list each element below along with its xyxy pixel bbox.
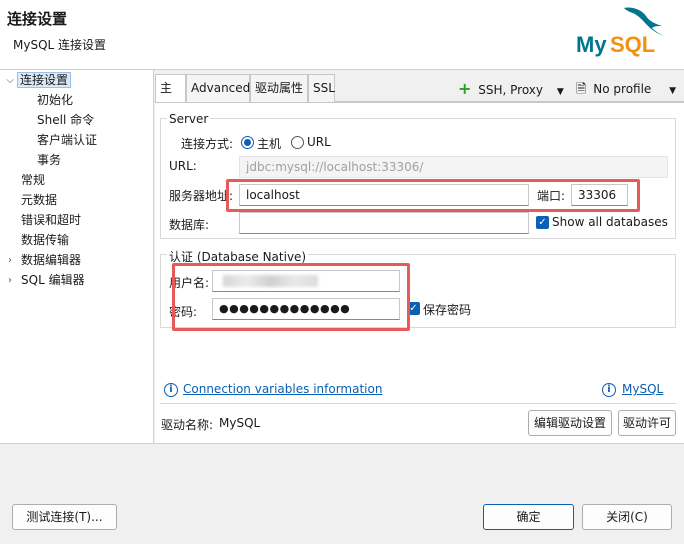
dialog-title: 连接设置: [7, 10, 68, 28]
settings-tree: ⌵ 连接设置 初始化 Shell 命令 客户端认证 事务 常规 元数据 错误和超…: [0, 70, 154, 443]
svg-text:SQL: SQL: [610, 32, 655, 57]
tree-item-label: 常规: [21, 173, 46, 187]
ok-button[interactable]: 确定: [483, 504, 574, 530]
dialog-footer: 测试连接(T)... 确定 关闭(C): [0, 443, 684, 544]
tab-ssl[interactable]: SSL: [308, 74, 335, 102]
tree-item-label: 数据编辑器: [21, 253, 82, 267]
tree-item-label: 事务: [37, 153, 62, 167]
tree-item-label: 连接设置: [17, 72, 72, 88]
url-field: jdbc:mysql://localhost:33306/: [239, 156, 668, 178]
tab-advanced[interactable]: Advanced: [186, 74, 250, 102]
database-input[interactable]: [239, 212, 529, 234]
tab-driver-properties[interactable]: 驱动属性: [250, 74, 308, 102]
server-group-label: Server: [167, 112, 211, 126]
port-input[interactable]: 33306: [571, 184, 628, 206]
tree-item-sql-editor[interactable]: SQL 编辑器: [21, 271, 85, 290]
password-input[interactable]: ●●●●●●●●●●●●●: [212, 298, 400, 320]
username-label: 用户名:: [169, 276, 210, 290]
tab-bar: 主要 Advanced 驱动属性 SSL + SSH, Proxy ▼ 🗎 No…: [155, 74, 684, 122]
chevron-right-icon[interactable]: ›: [5, 251, 15, 270]
edit-driver-button[interactable]: 编辑驱动设置: [528, 410, 612, 436]
divider: [160, 403, 676, 404]
dropdown-arrow-icon: ▼: [556, 87, 564, 97]
connection-variables-link[interactable]: Connection variables information: [183, 382, 382, 396]
username-input[interactable]: [212, 270, 400, 292]
chevron-right-icon[interactable]: ›: [5, 271, 15, 290]
mysql-link[interactable]: MySQL: [622, 382, 663, 396]
tree-item-label: Shell 命令: [37, 113, 95, 127]
add-icon: +: [458, 79, 472, 98]
settings-pane: 主要 Advanced 驱动属性 SSL + SSH, Proxy ▼ 🗎 No…: [155, 70, 684, 443]
info-icon: i: [602, 383, 616, 397]
info-icon: i: [164, 383, 178, 397]
tree-item-label: 错误和超时: [21, 213, 82, 227]
tree-item-general[interactable]: 常规: [21, 171, 45, 190]
redacted-username: [223, 275, 318, 287]
host-radio[interactable]: [241, 136, 254, 149]
test-connection-button[interactable]: 测试连接(T)...: [12, 504, 117, 530]
host-label: 服务器地址:: [169, 189, 234, 203]
tree-item-label: 客户端认证: [37, 133, 98, 147]
tree-item-shell-commands[interactable]: Shell 命令: [37, 111, 94, 130]
document-icon: 🗎: [576, 82, 587, 97]
show-all-databases-checkbox[interactable]: ✓: [536, 216, 549, 229]
password-label: 密码:: [169, 305, 198, 319]
tree-item-init[interactable]: 初始化: [37, 91, 73, 110]
save-password-label: 保存密码: [423, 303, 472, 317]
driver-name-value: MySQL: [219, 416, 261, 430]
host-radio-label: 主机: [257, 137, 282, 151]
main-tab-content: Server 连接方式: 主机 URL URL: jdbc:mysql://lo…: [155, 102, 684, 443]
tree-item-label: 数据传输: [21, 233, 70, 247]
close-button[interactable]: 关闭(C): [582, 504, 672, 530]
ssh-proxy-button[interactable]: + SSH, Proxy ▼: [458, 78, 564, 100]
url-radio-label: URL: [307, 135, 331, 149]
tree-item-label: SQL 编辑器: [21, 273, 85, 287]
dropdown-arrow-icon: ▼: [669, 86, 677, 96]
tree-item-metadata[interactable]: 元数据: [21, 191, 57, 210]
tree-item-transactions[interactable]: 事务: [37, 151, 61, 170]
show-all-databases-label: Show all databases: [552, 215, 668, 229]
tree-item-label: 元数据: [21, 193, 58, 207]
dialog-header: 连接设置 MySQL 连接设置 My SQL: [0, 0, 684, 70]
port-label: 端口:: [537, 189, 566, 203]
svg-text:My: My: [576, 32, 607, 57]
driver-license-button[interactable]: 驱动许可: [618, 410, 676, 436]
chevron-down-icon[interactable]: ⌵: [5, 71, 15, 90]
tree-item-errors-timeouts[interactable]: 错误和超时: [21, 211, 81, 230]
tree-item-data-transfer[interactable]: 数据传输: [21, 231, 69, 250]
profile-dropdown[interactable]: 🗎 No profile ▼: [576, 78, 676, 100]
tab-main[interactable]: 主要: [155, 74, 186, 122]
url-radio[interactable]: [291, 136, 304, 149]
host-input[interactable]: localhost: [239, 184, 529, 206]
auth-group-label: 认证 (Database Native): [167, 248, 309, 265]
connect-mode-label: 连接方式:: [181, 137, 234, 151]
ssh-proxy-label: SSH, Proxy: [478, 83, 543, 97]
tree-item-client-auth[interactable]: 客户端认证: [37, 131, 97, 150]
tree-item-connection-settings[interactable]: 连接设置: [17, 71, 72, 90]
tree-item-data-editor[interactable]: 数据编辑器: [21, 251, 81, 270]
url-label: URL:: [169, 159, 197, 173]
profile-label: No profile: [593, 82, 652, 96]
tree-item-label: 初始化: [37, 93, 74, 107]
database-label: 数据库:: [169, 218, 210, 232]
dialog-subtitle: MySQL 连接设置: [13, 38, 107, 52]
save-password-checkbox[interactable]: ✓: [407, 302, 420, 315]
driver-name-label: 驱动名称:: [161, 418, 214, 432]
mysql-logo: My SQL: [576, 7, 664, 57]
